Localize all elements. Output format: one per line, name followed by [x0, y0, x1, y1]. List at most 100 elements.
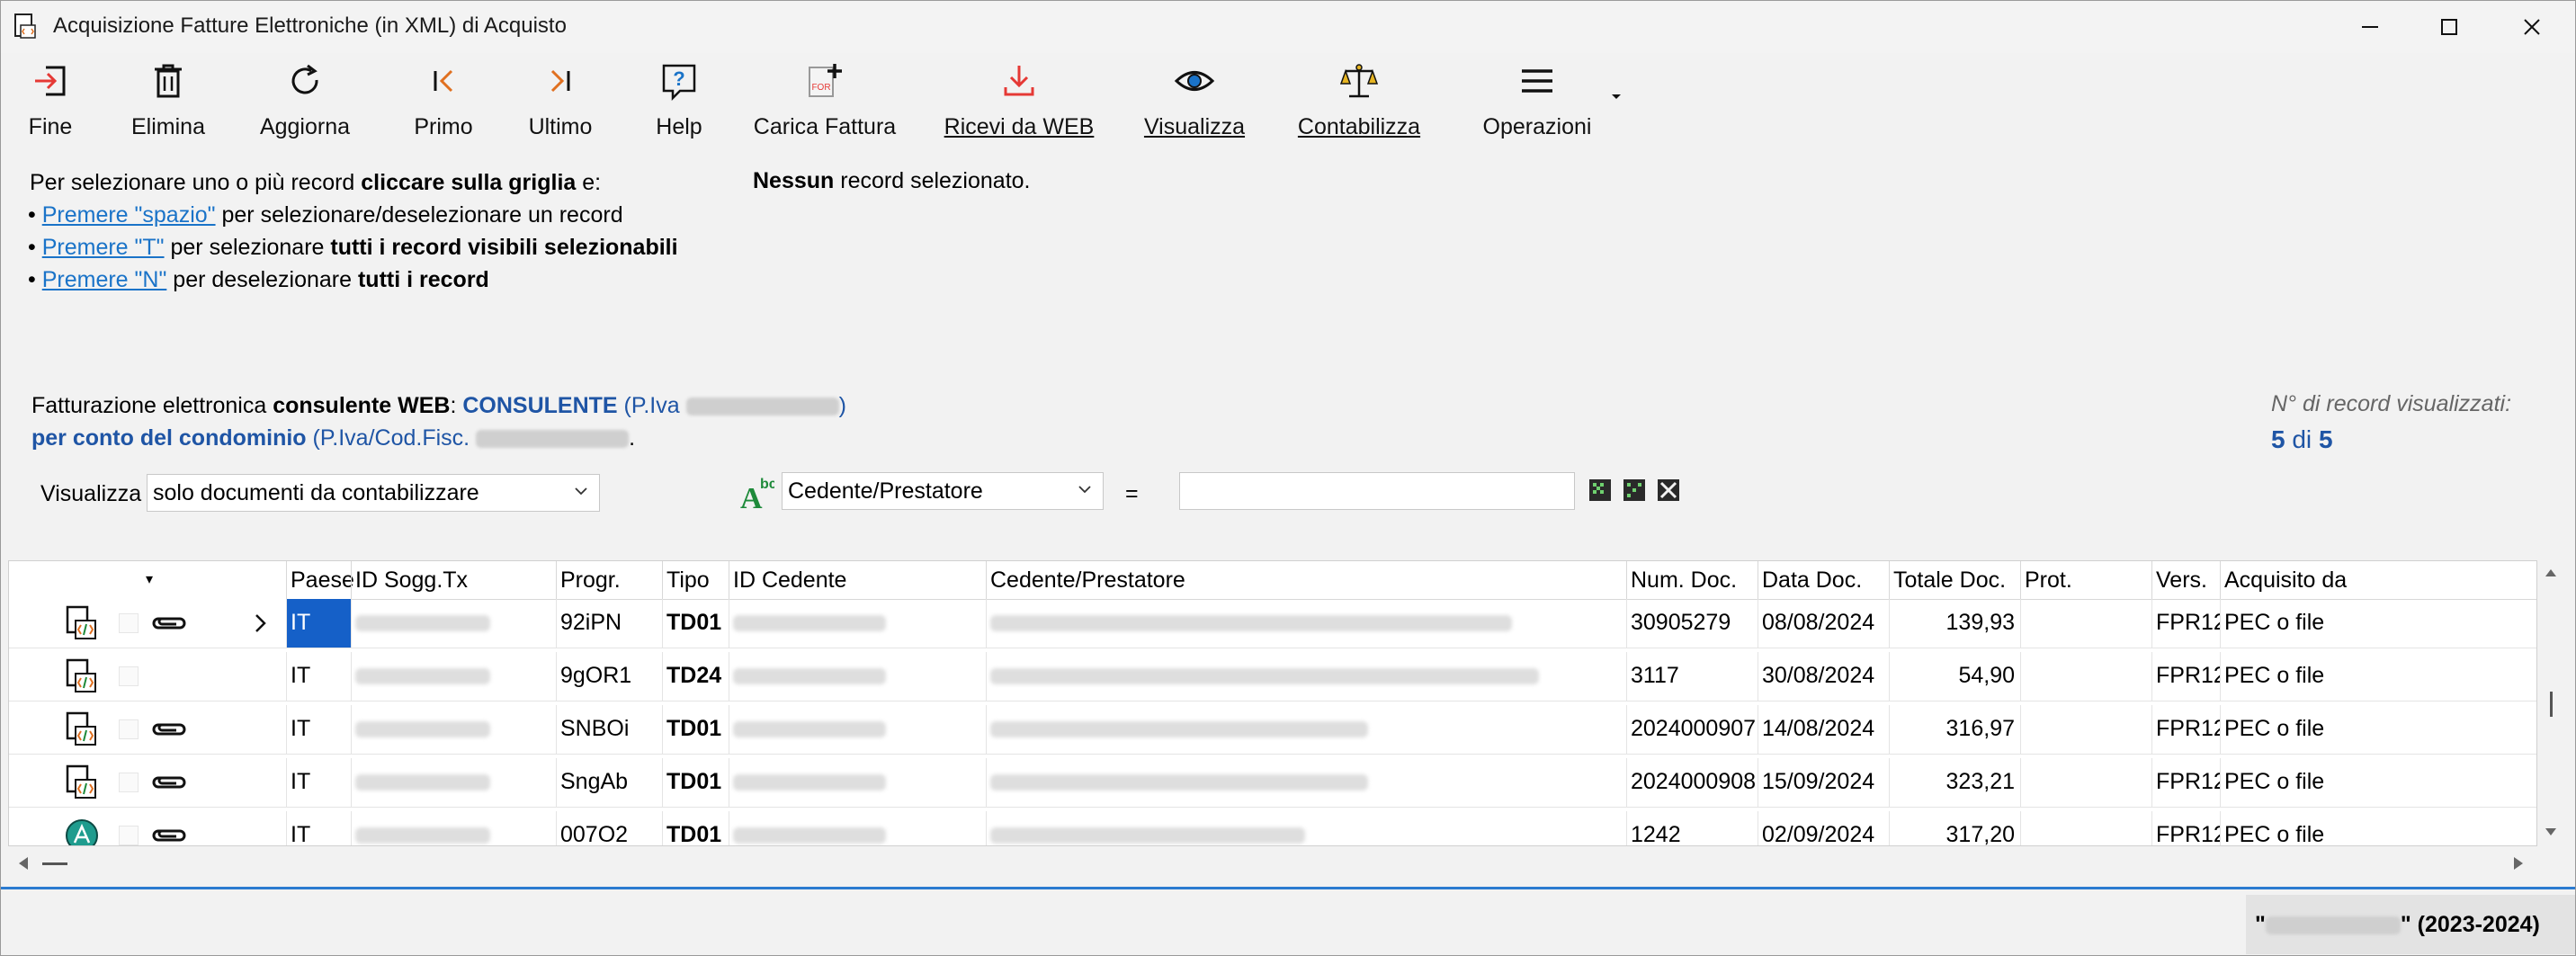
cell-cedente[interactable]	[986, 811, 1626, 845]
cell-id-cedente[interactable]	[729, 705, 986, 754]
cell-id-sogg[interactable]	[351, 758, 556, 807]
row-gutter[interactable]	[9, 705, 286, 754]
cell-num-doc[interactable]: 30905279	[1626, 599, 1758, 648]
cell-totale[interactable]: 316,97	[1889, 705, 2020, 754]
cell-prot[interactable]	[2020, 758, 2151, 807]
table-row[interactable]: IT 92iPN TD01 30905279 08/08/2024 139,93…	[9, 599, 2536, 648]
col-header-progr[interactable]: Progr.	[556, 561, 662, 599]
row-checkbox[interactable]	[119, 613, 139, 633]
row-gutter[interactable]	[9, 811, 286, 845]
table-row[interactable]: IT SNBOi TD01 2024000907 14/08/2024 316,…	[9, 705, 2536, 755]
col-header-paese[interactable]: Paese	[286, 561, 354, 599]
cell-totale[interactable]: 139,93	[1889, 599, 2020, 648]
select-all-icon[interactable]	[1588, 478, 1613, 503]
deselect-all-icon[interactable]	[1656, 478, 1681, 503]
cell-id-cedente[interactable]	[729, 652, 986, 701]
cell-cedente[interactable]	[986, 705, 1626, 754]
fine-button[interactable]: Fine	[21, 57, 80, 141]
cell-acquisito[interactable]: PEC o file	[2220, 652, 2536, 701]
cell-progr[interactable]: 9gOR1	[556, 652, 662, 701]
row-gutter[interactable]	[9, 758, 286, 807]
cell-acquisito[interactable]: PEC o file	[2220, 811, 2536, 845]
cell-data-doc[interactable]: 30/08/2024	[1758, 652, 1889, 701]
close-button[interactable]	[2491, 1, 2573, 53]
cell-tipo[interactable]: TD01	[662, 599, 729, 648]
cell-vers[interactable]: FPR12	[2151, 705, 2220, 754]
cell-id-cedente[interactable]	[729, 811, 986, 845]
horizontal-scrollbar[interactable]	[8, 846, 2537, 880]
col-header-prot[interactable]: Prot.	[2020, 561, 2151, 599]
col-header-num-doc[interactable]: Num. Doc.	[1626, 561, 1758, 599]
cell-acquisito[interactable]: PEC o file	[2220, 599, 2536, 648]
row-checkbox[interactable]	[119, 666, 139, 686]
invoice-grid[interactable]: ▾ Paese ID Sogg.Tx Progr. Tipo ID Cedent…	[8, 560, 2537, 846]
cell-vers[interactable]: FPR12	[2151, 811, 2220, 845]
attachment-icon[interactable]	[149, 826, 189, 845]
carica-fattura-button[interactable]: FOR Carica Fattura	[753, 57, 897, 141]
attachment-icon[interactable]	[149, 773, 189, 792]
row-marker-header[interactable]: ▾	[9, 561, 286, 599]
cell-paese[interactable]: IT	[286, 811, 351, 845]
cell-num-doc[interactable]: 2024000907	[1626, 705, 1758, 754]
cell-totale[interactable]: 323,21	[1889, 758, 2020, 807]
col-header-cedente[interactable]: Cedente/Prestatore	[986, 561, 1633, 599]
cell-id-cedente[interactable]	[729, 599, 986, 648]
cell-num-doc[interactable]: 2024000908	[1626, 758, 1758, 807]
cell-id-sogg[interactable]	[351, 811, 556, 845]
aggiorna-button[interactable]: Aggiorna	[253, 57, 357, 141]
visualizza-button[interactable]: Visualizza	[1138, 57, 1251, 141]
elimina-button[interactable]: Elimina	[127, 57, 210, 141]
attachment-icon[interactable]	[149, 719, 189, 739]
cell-paese[interactable]: IT	[286, 652, 351, 701]
cell-cedente[interactable]	[986, 652, 1626, 701]
cell-tipo[interactable]: TD24	[662, 652, 729, 701]
contabilizza-button[interactable]: Contabilizza	[1291, 57, 1427, 141]
row-checkbox[interactable]	[119, 826, 139, 845]
cell-acquisito[interactable]: PEC o file	[2220, 705, 2536, 754]
cell-totale[interactable]: 317,20	[1889, 811, 2020, 845]
help-button[interactable]: ? Help	[650, 57, 708, 141]
cell-num-doc[interactable]: 3117	[1626, 652, 1758, 701]
cell-id-sogg[interactable]	[351, 599, 556, 648]
cell-totale[interactable]: 54,90	[1889, 652, 2020, 701]
cell-num-doc[interactable]: 1242	[1626, 811, 1758, 845]
visualizza-select[interactable]: solo documenti da contabilizzare	[147, 474, 600, 512]
col-header-totale[interactable]: Totale Doc.	[1889, 561, 2020, 599]
cell-tipo[interactable]: TD01	[662, 705, 729, 754]
cell-id-sogg[interactable]	[351, 652, 556, 701]
cell-progr[interactable]: 92iPN	[556, 599, 662, 648]
cell-vers[interactable]: FPR12	[2151, 652, 2220, 701]
vertical-scrollbar[interactable]	[2537, 560, 2564, 846]
minimize-button[interactable]	[2329, 1, 2411, 53]
n-key-link[interactable]: Premere "N"	[42, 267, 167, 292]
ultimo-button[interactable]: Ultimo	[523, 57, 598, 141]
row-gutter[interactable]	[9, 652, 286, 701]
cell-acquisito[interactable]: PEC o file	[2220, 758, 2536, 807]
col-header-data-doc[interactable]: Data Doc.	[1758, 561, 1889, 599]
row-checkbox[interactable]	[119, 719, 139, 739]
cell-paese[interactable]: IT	[286, 599, 351, 648]
row-gutter[interactable]	[9, 599, 286, 648]
attachment-icon[interactable]	[149, 613, 189, 633]
cell-progr[interactable]: SngAb	[556, 758, 662, 807]
ricevi-web-button[interactable]: Ricevi da WEB	[944, 57, 1095, 141]
cell-prot[interactable]	[2020, 705, 2151, 754]
cell-progr[interactable]: 007O2	[556, 811, 662, 845]
cell-data-doc[interactable]: 08/08/2024	[1758, 599, 1889, 648]
cell-vers[interactable]: FPR12	[2151, 599, 2220, 648]
cell-tipo[interactable]: TD01	[662, 758, 729, 807]
cell-data-doc[interactable]: 15/09/2024	[1758, 758, 1889, 807]
field-select[interactable]: Cedente/Prestatore	[782, 472, 1104, 510]
col-header-id-sogg[interactable]: ID Sogg.Tx	[351, 561, 556, 599]
row-checkbox[interactable]	[119, 773, 139, 792]
cell-paese[interactable]: IT	[286, 758, 351, 807]
table-row[interactable]: IT SngAb TD01 2024000908 15/09/2024 323,…	[9, 758, 2536, 808]
cell-data-doc[interactable]: 14/08/2024	[1758, 705, 1889, 754]
primo-button[interactable]: Primo	[407, 57, 479, 141]
col-header-vers[interactable]: Vers.	[2151, 561, 2220, 599]
cell-paese[interactable]: IT	[286, 705, 351, 754]
cell-prot[interactable]	[2020, 599, 2151, 648]
cell-vers[interactable]: FPR12	[2151, 758, 2220, 807]
col-header-tipo[interactable]: Tipo	[662, 561, 729, 599]
search-value-input[interactable]	[1179, 472, 1575, 510]
